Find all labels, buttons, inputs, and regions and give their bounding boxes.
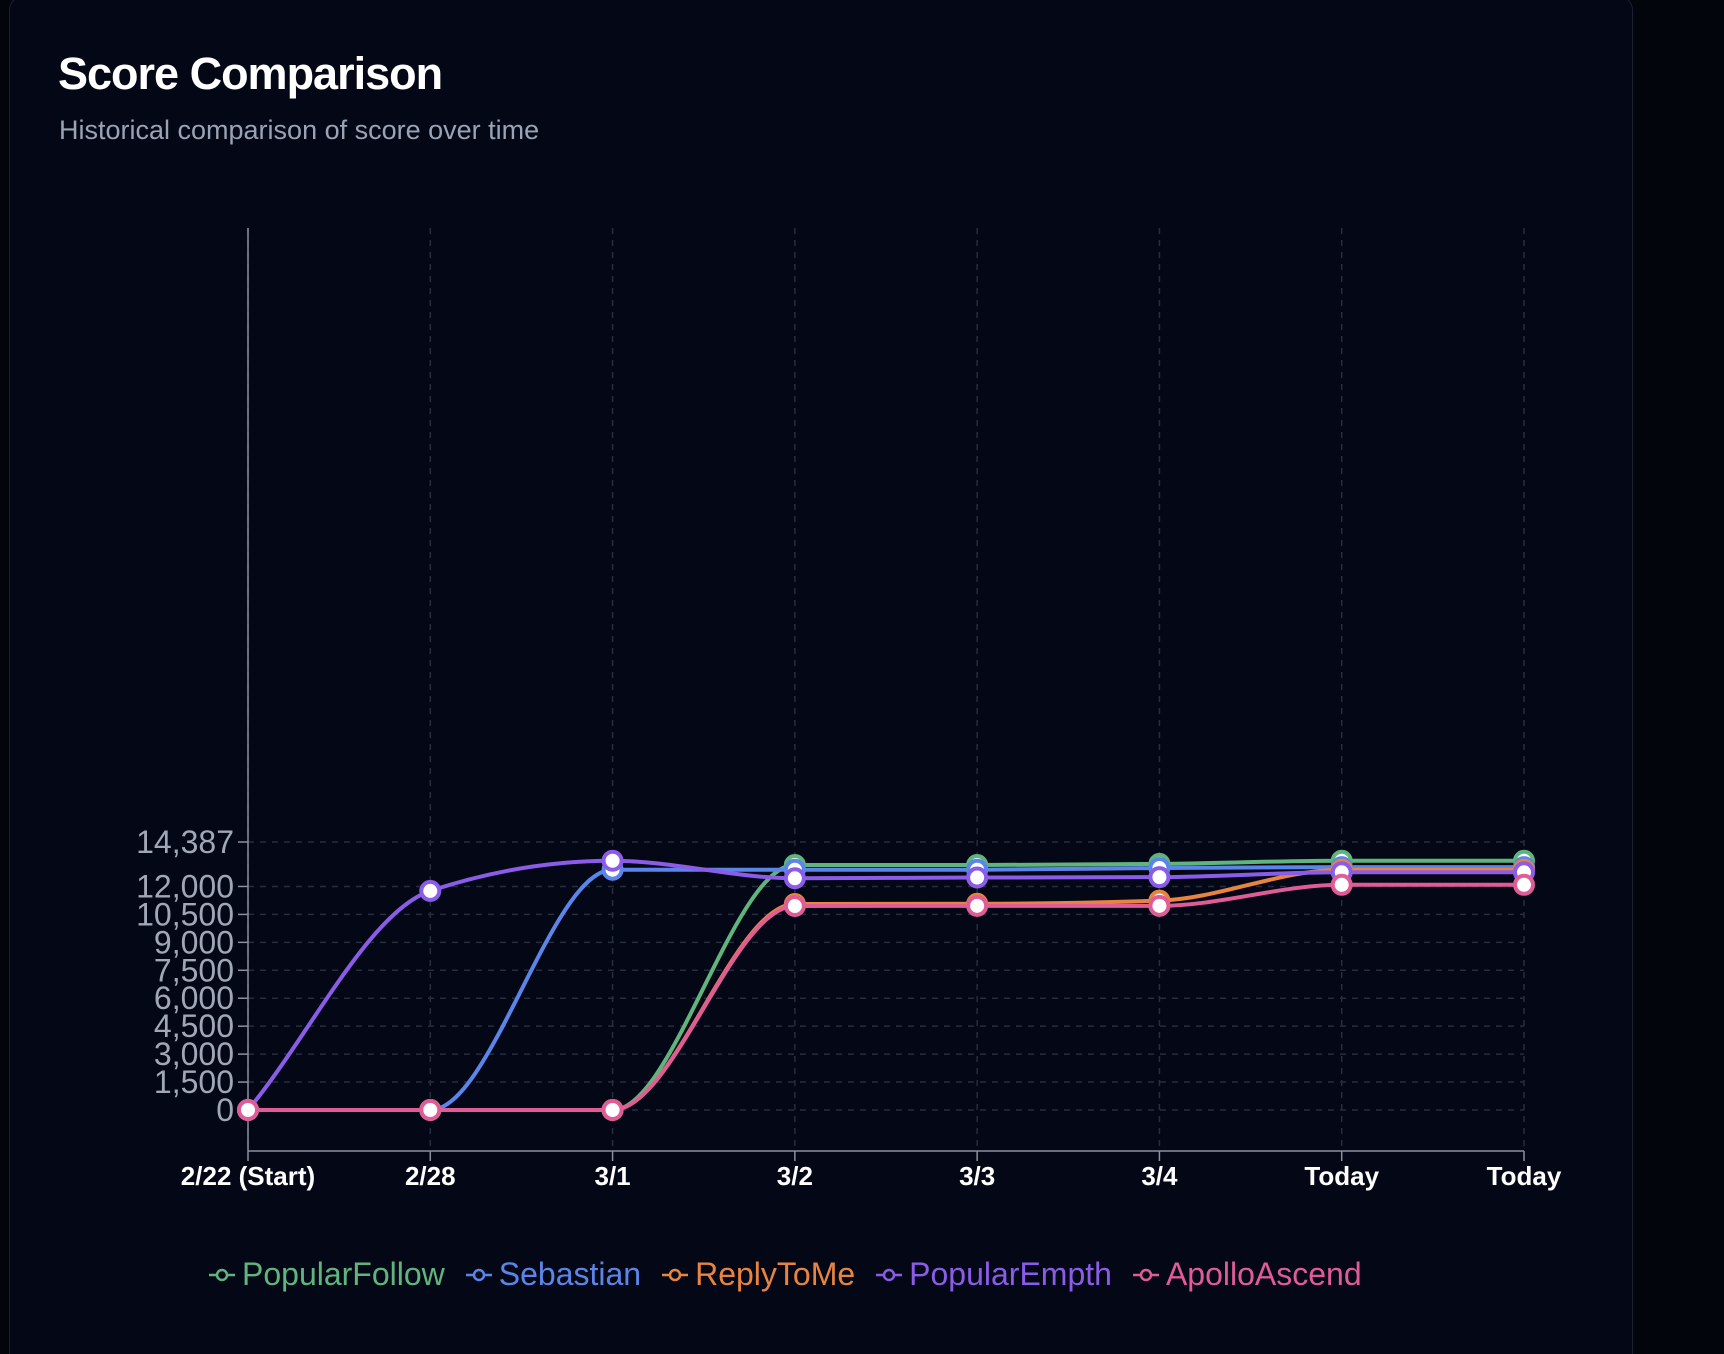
y-axis-ticks: 01,5003,0004,5006,0007,5009,00010,50012,… <box>136 824 248 1128</box>
y-tick-label: 12,000 <box>136 868 234 904</box>
legend-line-marker-icon <box>876 1268 903 1281</box>
x-tick-label: Today <box>1487 1161 1562 1191</box>
x-tick-label: 3/1 <box>594 1161 630 1191</box>
line-chart: 01,5003,0004,5006,0007,5009,00010,50012,… <box>136 228 1562 1191</box>
legend-item-apolloascend[interactable]: ApolloAscend <box>1132 1256 1362 1293</box>
data-point-apolloascend[interactable] <box>237 1099 259 1121</box>
x-tick-label: 2/28 <box>405 1161 456 1191</box>
data-point-apolloascend[interactable] <box>966 894 989 917</box>
x-tick-label: 3/2 <box>777 1161 813 1191</box>
data-point-popularempth[interactable] <box>783 867 806 890</box>
legend-line-marker-icon <box>209 1268 235 1281</box>
series-line-popularempth <box>246 858 1526 1112</box>
x-tick-label: 2/22 (Start) <box>181 1161 315 1191</box>
legend-line-marker-icon <box>465 1268 492 1281</box>
legend-label: PopularFollow <box>242 1256 445 1292</box>
x-tick-label: Today <box>1304 1161 1379 1191</box>
page: Score Comparison Historical comparison o… <box>0 0 1724 1354</box>
axes <box>247 228 1524 1152</box>
chart-legend: PopularFollow Sebastian ReplyToMe PopularEm… <box>208 1256 1382 1293</box>
legend-item-popularfollow[interactable]: PopularFollow <box>208 1256 445 1293</box>
data-point-apolloascend[interactable] <box>1513 873 1535 896</box>
data-point-apolloascend[interactable] <box>783 895 806 918</box>
data-point-popularempth[interactable] <box>601 849 624 872</box>
x-axis-ticks: 2/22 (Start) 2/28 3/1 3/2 3/3 3/4 Today Today <box>181 1151 1562 1191</box>
data-point-popularempth[interactable] <box>1148 866 1171 889</box>
grid-lines <box>247 228 1525 1151</box>
series-line-apolloascend <box>246 882 1526 1113</box>
data-point-popularempth[interactable] <box>966 866 989 889</box>
legend-item-replytome[interactable]: ReplyToMe <box>661 1256 855 1293</box>
series-points <box>237 849 1535 1121</box>
y-tick-label: 14,387 <box>136 824 234 860</box>
data-point-apolloascend[interactable] <box>419 1099 442 1121</box>
data-point-apolloascend[interactable] <box>601 1099 624 1121</box>
legend-item-popularempth[interactable]: PopularEmpth <box>875 1256 1112 1293</box>
data-point-apolloascend[interactable] <box>1330 873 1353 896</box>
data-point-popularempth[interactable] <box>419 879 442 902</box>
legend-item-sebastian[interactable]: Sebastian <box>465 1256 641 1293</box>
legend-label: PopularEmpth <box>909 1256 1112 1292</box>
legend-line-marker-icon <box>1132 1268 1159 1281</box>
data-point-apolloascend[interactable] <box>1148 894 1171 917</box>
series-lines <box>246 858 1526 1113</box>
x-tick-label: 3/3 <box>959 1161 995 1191</box>
legend-label: Sebastian <box>498 1256 642 1292</box>
series-line-popularfollow <box>246 858 1526 1113</box>
legend-label: ReplyToMe <box>695 1256 856 1292</box>
x-tick-label: 3/4 <box>1141 1161 1178 1191</box>
legend-line-marker-icon <box>662 1268 689 1281</box>
legend-label: ApolloAscend <box>1165 1256 1362 1292</box>
